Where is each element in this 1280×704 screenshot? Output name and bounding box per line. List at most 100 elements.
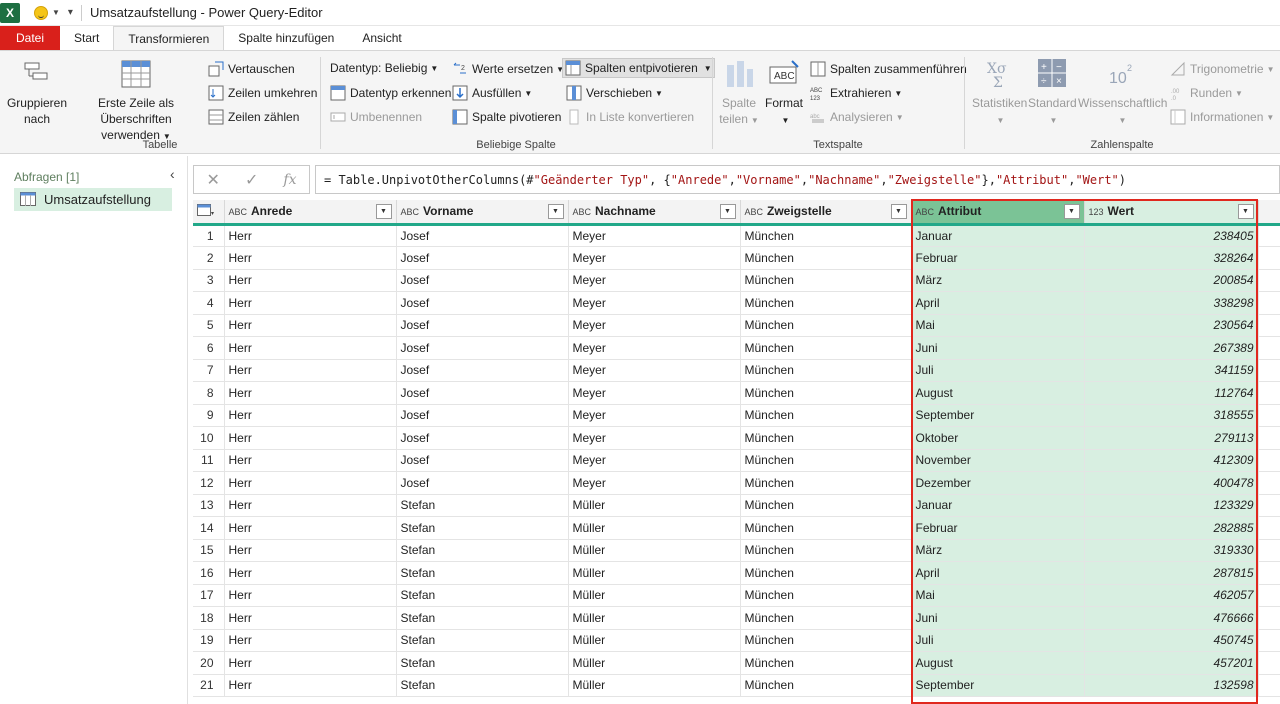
table-cell[interactable]: Herr (224, 494, 397, 517)
confirm-icon[interactable]: ✓ (245, 170, 258, 190)
row-number[interactable]: 11 (193, 449, 225, 472)
table-cell[interactable]: April (911, 561, 1085, 585)
table-cell[interactable]: Josef (396, 314, 569, 337)
row-number[interactable]: 1 (193, 224, 225, 247)
table-cell[interactable]: Herr (224, 471, 397, 495)
filter-dropdown-icon[interactable]: ▼ (1237, 204, 1254, 219)
table-row[interactable]: 4 Herr Josef Meyer München April 338298 (193, 291, 1280, 315)
table-row[interactable]: 2 Herr Josef Meyer München Februar 328264 (193, 246, 1280, 270)
statistiken-button[interactable]: Xσ Σ Statistiken ▼ (972, 59, 1027, 129)
table-cell[interactable]: Meyer (568, 314, 741, 337)
table-cell[interactable]: München (740, 426, 912, 450)
table-cell[interactable]: 450745 (1084, 629, 1259, 652)
table-cell[interactable]: Josef (396, 269, 569, 292)
table-cell[interactable]: München (740, 629, 912, 652)
row-number[interactable]: 8 (193, 381, 225, 405)
row-number[interactable]: 6 (193, 336, 225, 360)
row-number[interactable]: 19 (193, 629, 225, 652)
table-cell[interactable]: Stefan (396, 584, 569, 607)
table-cell[interactable]: Oktober (911, 426, 1085, 450)
table-cell[interactable]: Januar (911, 224, 1085, 247)
table-cell[interactable]: September (911, 404, 1085, 427)
erste-zeile-button[interactable]: Erste Zeile als Überschriften verwenden ▼ (68, 59, 204, 145)
row-number[interactable]: 3 (193, 269, 225, 292)
table-row[interactable]: 17 Herr Stefan Müller München Mai 462057 (193, 584, 1280, 607)
table-cell[interactable]: Juli (911, 359, 1085, 382)
table-cell[interactable]: Januar (911, 494, 1085, 517)
cancel-icon[interactable]: ✕ (207, 170, 220, 190)
table-cell[interactable]: München (740, 449, 912, 472)
table-cell[interactable]: Juni (911, 606, 1085, 630)
table-cell[interactable]: Meyer (568, 336, 741, 360)
table-cell[interactable]: August (911, 651, 1085, 675)
table-row[interactable]: 1 Herr Josef Meyer München Januar 238405 (193, 224, 1280, 247)
table-cell[interactable]: Meyer (568, 426, 741, 450)
table-cell[interactable]: Josef (396, 336, 569, 360)
table-cell[interactable]: Meyer (568, 404, 741, 427)
table-cell[interactable]: München (740, 674, 912, 697)
table-cell[interactable]: München (740, 651, 912, 675)
datentyp-erkennen-button[interactable]: Datentyp erkennen (330, 85, 451, 101)
table-row[interactable]: 19 Herr Stefan Müller München Juli 450745 (193, 629, 1280, 652)
table-cell[interactable]: Meyer (568, 224, 741, 247)
table-cell[interactable]: 123329 (1084, 494, 1259, 517)
table-cell[interactable]: März (911, 539, 1085, 562)
table-cell[interactable]: Herr (224, 336, 397, 360)
table-cell[interactable]: Josef (396, 381, 569, 405)
gruppieren-button[interactable]: Gruppieren nach (6, 59, 68, 127)
table-cell[interactable]: Mai (911, 314, 1085, 337)
zeilen-zaehlen-button[interactable]: Zeilen zählen (208, 109, 299, 125)
table-cell[interactable]: Stefan (396, 651, 569, 675)
table-row[interactable]: 14 Herr Stefan Müller München Februar 282885 (193, 516, 1280, 540)
table-cell[interactable]: Josef (396, 449, 569, 472)
table-cell[interactable]: Juni (911, 336, 1085, 360)
quick-access-customize-icon[interactable]: ▾ (68, 7, 73, 18)
in-liste-konvertieren-button[interactable]: In Liste konvertieren (566, 109, 694, 125)
table-cell[interactable]: Meyer (568, 269, 741, 292)
table-row[interactable]: 15 Herr Stefan Müller München März 319330 (193, 539, 1280, 562)
table-cell[interactable]: München (740, 471, 912, 495)
zeilen-umkehren-button[interactable]: Zeilen umkehren (208, 85, 317, 101)
table-cell[interactable]: Herr (224, 246, 397, 270)
table-row[interactable]: 11 Herr Josef Meyer München November 412309 (193, 449, 1280, 472)
analysieren-button[interactable]: abc Analysieren ▼ (810, 109, 904, 125)
table-cell[interactable]: April (911, 291, 1085, 315)
column-header-nachname[interactable]: ABC Nachname ▼ (568, 200, 741, 226)
vertauschen-button[interactable]: Vertauschen (208, 61, 295, 77)
table-cell[interactable]: November (911, 449, 1085, 472)
table-cell[interactable]: Herr (224, 269, 397, 292)
table-cell[interactable]: 238405 (1084, 224, 1259, 247)
table-cell[interactable]: Josef (396, 471, 569, 495)
table-cell[interactable]: 200854 (1084, 269, 1259, 292)
table-row[interactable]: 21 Herr Stefan Müller München September 132598 (193, 674, 1280, 697)
table-cell[interactable]: München (740, 539, 912, 562)
row-number[interactable]: 4 (193, 291, 225, 315)
table-cell[interactable]: Stefan (396, 629, 569, 652)
table-cell[interactable]: München (740, 584, 912, 607)
extrahieren-button[interactable]: ABC 123 Extrahieren ▼ (810, 85, 902, 102)
filter-dropdown-icon[interactable]: ▼ (1063, 204, 1080, 219)
verschieben-button[interactable]: Verschieben ▼ (566, 85, 663, 101)
table-cell[interactable]: Josef (396, 359, 569, 382)
table-cell[interactable]: 267389 (1084, 336, 1259, 360)
table-cell[interactable]: 230564 (1084, 314, 1259, 337)
table-cell[interactable]: 476666 (1084, 606, 1259, 630)
table-cell[interactable]: München (740, 516, 912, 540)
table-cell[interactable]: September (911, 674, 1085, 697)
table-cell[interactable]: Meyer (568, 359, 741, 382)
table-cell[interactable]: Josef (396, 246, 569, 270)
table-cell[interactable]: München (740, 606, 912, 630)
table-row[interactable]: 10 Herr Josef Meyer München Oktober 279113 (193, 426, 1280, 450)
table-row[interactable]: 3 Herr Josef Meyer München März 200854 (193, 269, 1280, 292)
table-cell[interactable]: München (740, 494, 912, 517)
table-cell[interactable]: 287815 (1084, 561, 1259, 585)
table-row[interactable]: 8 Herr Josef Meyer München August 112764 (193, 381, 1280, 405)
table-cell[interactable]: Februar (911, 246, 1085, 270)
table-cell[interactable]: Herr (224, 449, 397, 472)
table-row[interactable]: 16 Herr Stefan Müller München April 287815 (193, 561, 1280, 585)
query-item[interactable]: Umsatzaufstellung (14, 188, 172, 211)
table-row[interactable]: 6 Herr Josef Meyer München Juni 267389 (193, 336, 1280, 360)
table-cell[interactable]: Müller (568, 561, 741, 585)
table-cell[interactable]: Herr (224, 291, 397, 315)
row-number[interactable]: 2 (193, 246, 225, 270)
